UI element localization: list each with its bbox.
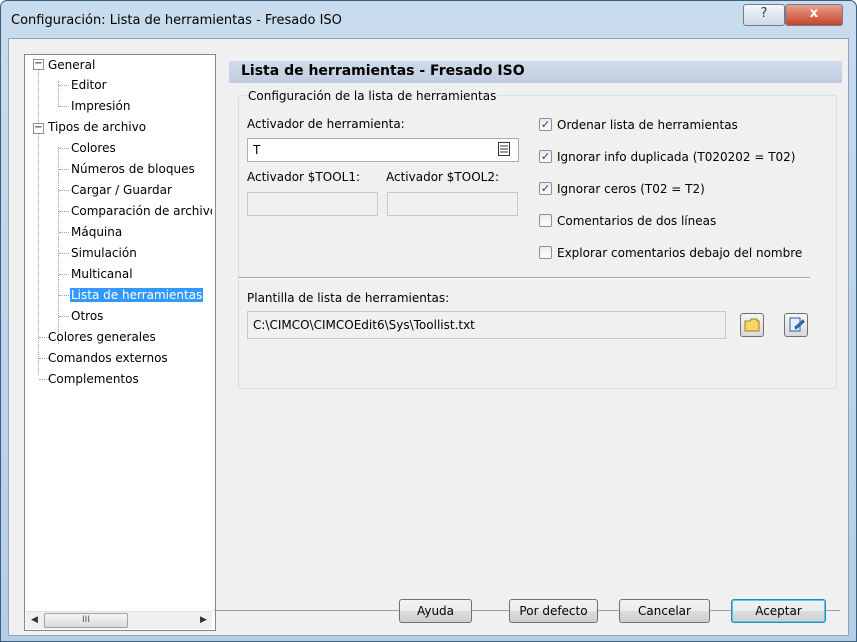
tree-item-editor[interactable]: Editor bbox=[70, 75, 108, 95]
scroll-thumb[interactable]: III bbox=[44, 613, 128, 628]
tree-item-simulacion[interactable]: Simulación bbox=[70, 243, 138, 263]
tree-item-comparacion[interactable]: Comparación de archivos bbox=[70, 201, 212, 221]
tree-horizontal-scrollbar[interactable]: ◀ III ▶ bbox=[26, 611, 212, 629]
edit-template-button[interactable] bbox=[784, 313, 808, 337]
document-icon[interactable] bbox=[498, 142, 510, 156]
checkbox-unchecked-icon[interactable] bbox=[539, 246, 552, 259]
tree-line bbox=[59, 106, 69, 107]
collapse-toggle-icon[interactable]: − bbox=[33, 59, 44, 70]
tree-item-maquina[interactable]: Máquina bbox=[70, 222, 123, 242]
tree-line bbox=[59, 232, 69, 233]
cancel-button[interactable]: Cancelar bbox=[619, 599, 710, 623]
tree-line bbox=[59, 169, 69, 170]
tree-item-tipos-de-archivo[interactable]: Tipos de archivo bbox=[47, 117, 147, 137]
tree-line bbox=[59, 274, 69, 275]
edit-document-icon bbox=[789, 317, 805, 336]
tree-item-cargar-guardar[interactable]: Cargar / Guardar bbox=[70, 180, 212, 200]
tree-item-otros[interactable]: Otros bbox=[70, 306, 104, 326]
tree-line bbox=[59, 190, 69, 191]
tool2-field[interactable] bbox=[387, 192, 518, 216]
checkbox-checked-icon[interactable]: ✓ bbox=[539, 182, 552, 195]
template-label: Plantilla de lista de herramientas: bbox=[247, 291, 450, 305]
tree-item-general[interactable]: General bbox=[47, 55, 96, 75]
title-bar: Configuración: Lista de herramientas - F… bbox=[1, 1, 856, 41]
tree-item-complementos[interactable]: Complementos bbox=[47, 369, 140, 389]
settings-tree: − General Editor Impresión − Tipos de ar… bbox=[24, 54, 216, 631]
scroll-left-arrow-icon[interactable]: ◀ bbox=[26, 612, 43, 629]
tool-activator-field[interactable] bbox=[247, 138, 519, 162]
group-separator bbox=[238, 277, 810, 279]
tree-line bbox=[59, 211, 69, 212]
tree-line bbox=[59, 316, 69, 317]
window-title: Configuración: Lista de herramientas - F… bbox=[11, 13, 342, 28]
checkbox-checked-icon[interactable]: ✓ bbox=[539, 150, 552, 163]
tool1-input[interactable] bbox=[248, 193, 377, 215]
help-dialog-button[interactable]: Ayuda bbox=[399, 599, 472, 623]
panel-title: Lista de herramientas - Fresado ISO bbox=[241, 63, 525, 79]
tree-line bbox=[38, 63, 39, 375]
browse-folder-button[interactable] bbox=[740, 313, 764, 337]
group-title: Configuración de la lista de herramienta… bbox=[247, 89, 498, 103]
tree-item-multicanal[interactable]: Multicanal bbox=[70, 264, 134, 284]
checkbox-checked-icon[interactable]: ✓ bbox=[539, 118, 552, 131]
close-button[interactable]: x bbox=[785, 4, 843, 26]
tree-item-colores[interactable]: Colores bbox=[70, 138, 117, 158]
default-button[interactable]: Por defecto bbox=[509, 599, 598, 623]
tree-item-colores-generales[interactable]: Colores generales bbox=[47, 327, 157, 347]
tool-activator-input[interactable] bbox=[248, 139, 518, 161]
tool2-label: Activador $TOOL2: bbox=[386, 170, 500, 184]
tree-line bbox=[58, 147, 59, 344]
collapse-toggle-icon[interactable]: − bbox=[33, 123, 44, 134]
scroll-right-arrow-icon[interactable]: ▶ bbox=[195, 612, 212, 629]
close-icon: x bbox=[809, 6, 819, 21]
template-path-input[interactable] bbox=[248, 312, 725, 338]
tree-item-impresion[interactable]: Impresión bbox=[70, 96, 131, 116]
checkbox-unchecked-icon[interactable] bbox=[539, 214, 552, 227]
template-path-field[interactable] bbox=[247, 311, 726, 339]
dialog-client: − General Editor Impresión − Tipos de ar… bbox=[8, 38, 849, 636]
tree-line bbox=[59, 295, 69, 296]
panel-header: Lista de herramientas - Fresado ISO bbox=[229, 61, 842, 83]
folder-icon bbox=[744, 318, 760, 335]
tree-item-comandos-externos[interactable]: Comandos externos bbox=[47, 348, 169, 368]
tree-line bbox=[59, 148, 69, 149]
tool-activator-label: Activador de herramienta: bbox=[247, 117, 405, 131]
tree-item-numeros-de-bloques[interactable]: Números de bloques bbox=[70, 159, 212, 179]
tool1-label: Activador $TOOL1: bbox=[247, 170, 361, 184]
tree-item-lista-de-herramientas[interactable]: Lista de herramientas bbox=[70, 285, 212, 305]
tool1-field[interactable] bbox=[247, 192, 378, 216]
help-button[interactable]: ? bbox=[743, 4, 785, 26]
tree-line bbox=[59, 85, 69, 86]
tool2-input[interactable] bbox=[388, 193, 517, 215]
accept-button[interactable]: Aceptar bbox=[731, 599, 826, 623]
help-icon: ? bbox=[760, 6, 768, 21]
tree-line bbox=[59, 253, 69, 254]
